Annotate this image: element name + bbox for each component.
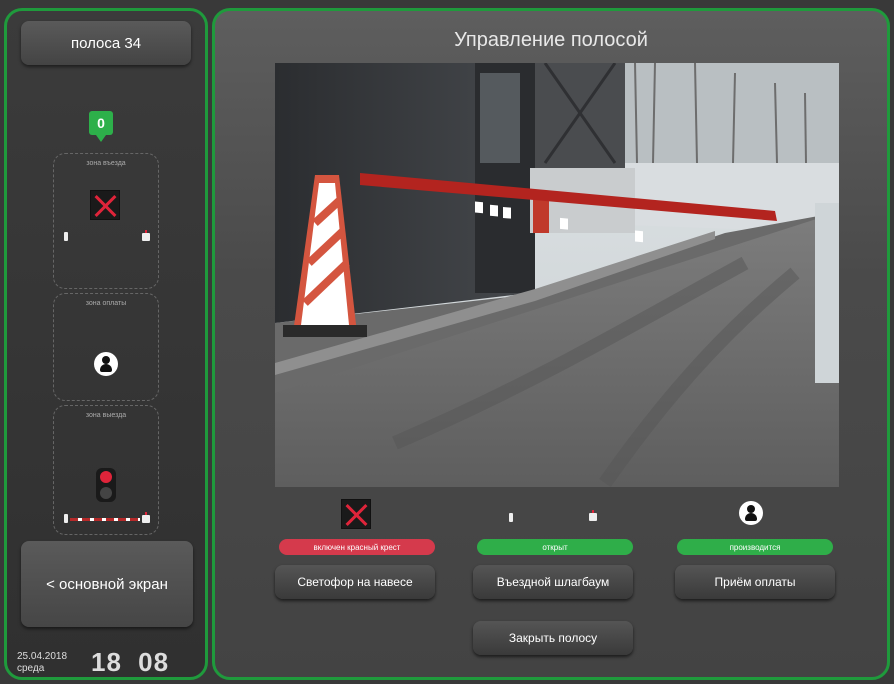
barrier-post-icon <box>509 513 513 522</box>
lane-sidebar: полоса 34 0 зона въезда зона оплаты зона… <box>4 8 208 680</box>
exit-zone: зона выезда <box>53 405 159 535</box>
traffic-light-button[interactable]: Светофор на навесе <box>275 565 435 599</box>
clock-hours: 18 <box>91 647 122 677</box>
barrier-box-icon <box>142 512 150 523</box>
clock-minutes: 08 <box>138 647 170 677</box>
person-icon <box>94 352 118 376</box>
lane-button[interactable]: полоса 34 <box>21 21 191 65</box>
clock-display: 18 08 <box>91 647 169 678</box>
zone-label: зона выезда <box>85 412 127 419</box>
payment-status-badge: производится <box>677 539 833 555</box>
date-text: 25.04.2018 <box>17 651 68 662</box>
main-screen-button[interactable]: < основной экран <box>21 541 193 627</box>
lane-control-panel: Управление полосой включен красный крест… <box>212 8 890 680</box>
weekday-text: среда <box>17 663 45 674</box>
traffic-light-status-badge: включен красный крест <box>279 539 435 555</box>
camera-view <box>275 63 839 487</box>
green-light-icon <box>100 487 112 499</box>
entry-zone: зона въезда <box>53 153 159 289</box>
camera-image <box>275 63 839 487</box>
zone-label: зона оплаты <box>85 300 127 307</box>
date-display: 25.04.2018 среда <box>17 651 67 675</box>
red-cross-icon <box>341 499 371 529</box>
barrier-post-icon <box>64 514 68 523</box>
traffic-light-icon <box>96 468 116 502</box>
payment-button[interactable]: Приём оплаты <box>675 565 835 599</box>
payment-zone: зона оплаты <box>53 293 159 401</box>
barrier-post-icon <box>64 232 68 241</box>
vehicle-counter-badge: 0 <box>89 111 113 142</box>
barrier-status-badge: открыт <box>477 539 633 555</box>
barrier-box-icon <box>142 230 150 241</box>
close-lane-button[interactable]: Закрыть полосу <box>473 621 633 655</box>
entry-barrier-button[interactable]: Въездной шлагбаум <box>473 565 633 599</box>
zone-label: зона въезда <box>86 160 126 167</box>
barrier-box-icon <box>589 510 597 521</box>
person-icon <box>739 501 763 525</box>
red-light-icon <box>100 471 112 483</box>
barrier-arm-icon <box>70 518 140 521</box>
red-cross-icon <box>90 190 120 220</box>
page-title: Управление полосой <box>454 29 648 51</box>
app-root: полоса 34 0 зона въезда зона оплаты зона… <box>0 0 894 684</box>
